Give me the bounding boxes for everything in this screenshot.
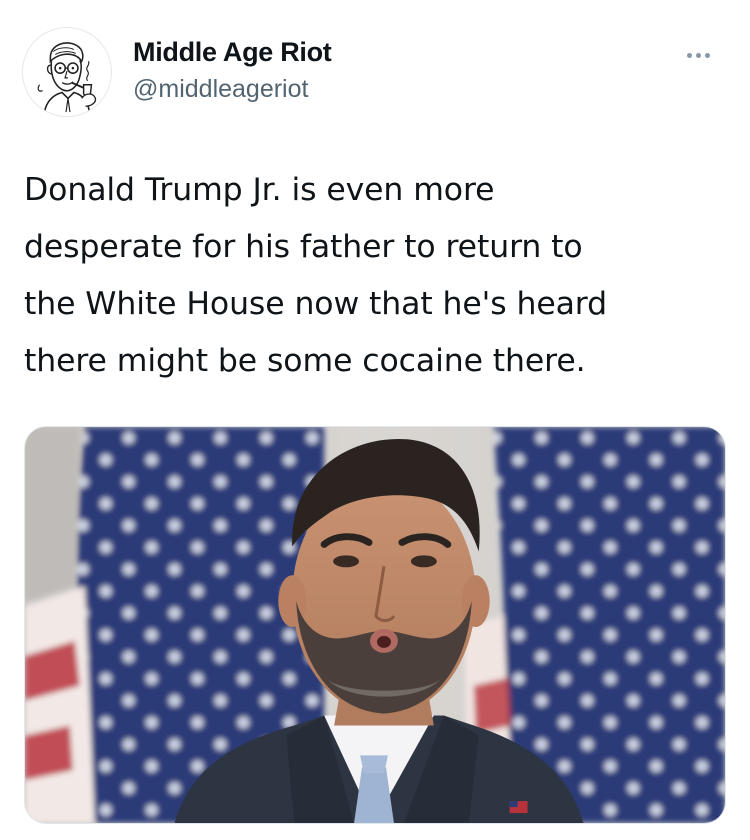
more-horizontal-icon-dot — [695, 52, 701, 58]
more-horizontal-icon-dot — [704, 52, 710, 58]
more-horizontal-icon — [686, 52, 692, 58]
vintage-man-with-pipe-icon — [23, 28, 111, 116]
tweet-text: Donald Trump Jr. is even more desperate … — [24, 172, 608, 379]
photo-man-in-front-of-flags — [25, 427, 725, 823]
avatar[interactable] — [22, 27, 112, 117]
author-display-name[interactable]: Middle Age Riot — [133, 34, 332, 70]
tweet-card[interactable]: Middle Age Riot @middleageriot Donald Tr… — [0, 0, 750, 840]
author-handle[interactable]: @middleageriot — [133, 72, 332, 106]
tweet-header: Middle Age Riot @middleageriot — [22, 22, 728, 122]
author-names: Middle Age Riot @middleageriot — [133, 34, 332, 106]
more-options-button[interactable] — [678, 40, 718, 70]
tweet-media-photo[interactable] — [24, 426, 726, 824]
